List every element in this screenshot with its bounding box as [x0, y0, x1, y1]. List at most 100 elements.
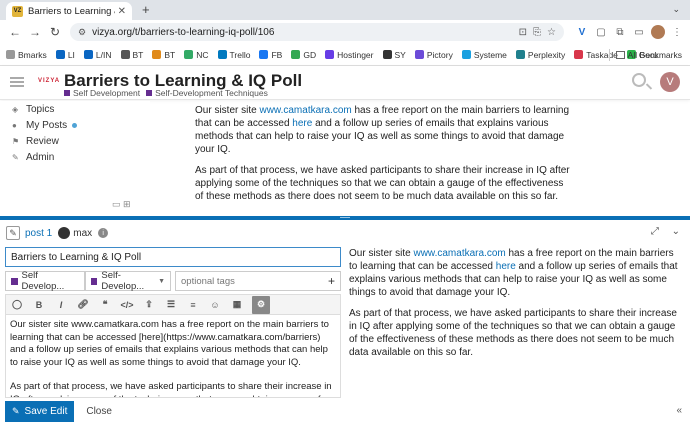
- category-select[interactable]: Self Develop...: [5, 270, 85, 292]
- bookmark-item[interactable]: GD: [291, 50, 316, 60]
- bookmark-item[interactable]: FB: [259, 50, 282, 60]
- tab-close-icon[interactable]: ✕: [118, 6, 126, 17]
- post-body: Our sister site www.camatkara.com has a …: [195, 104, 570, 211]
- bold-icon[interactable]: B: [32, 298, 46, 312]
- italic-icon[interactable]: I: [54, 298, 68, 312]
- profile-avatar[interactable]: [651, 25, 665, 39]
- collapse-preview-icon[interactable]: «: [676, 405, 682, 416]
- topic-categories: Self Development Self-Development Techni…: [64, 88, 274, 98]
- extension-copy-icon[interactable]: ▢: [594, 25, 608, 39]
- bookmark-item[interactable]: BT: [120, 50, 143, 60]
- chevron-down-icon: ▼: [158, 277, 165, 285]
- emoji-icon[interactable]: ☺: [208, 298, 222, 312]
- reload-icon[interactable]: ↻: [46, 23, 64, 41]
- upload-icon[interactable]: ⇪: [142, 298, 156, 312]
- bullet-list-icon[interactable]: ☰: [164, 298, 178, 312]
- fullscreen-icon[interactable]: ⤢: [651, 226, 659, 237]
- bookmark-item[interactable]: Trello: [217, 50, 250, 60]
- numbered-list-icon[interactable]: ≡: [186, 298, 200, 312]
- composer-header: ✎ post 1 max i: [0, 222, 690, 244]
- browser-tab[interactable]: VZ Barriers to Learning & IQ Poll ✕: [6, 2, 132, 20]
- sidebar-footer-icons[interactable]: ▭ ⊞: [112, 199, 131, 210]
- site-logo[interactable]: VIZYA: [38, 78, 60, 84]
- bookmark-item[interactable]: LI: [55, 50, 75, 60]
- bookmark-item[interactable]: Bmarks: [6, 50, 47, 60]
- sidebar-item-my-posts[interactable]: ● My Posts: [0, 117, 150, 133]
- save-edit-button[interactable]: ✎ Save Edit: [5, 400, 75, 422]
- camatkara-link[interactable]: www.camatkara.com: [413, 248, 505, 259]
- code-icon[interactable]: </>: [120, 298, 134, 312]
- bookmark-item[interactable]: Pictory: [414, 50, 453, 60]
- all-bookmarks[interactable]: All Bookmarks: [608, 49, 682, 61]
- folder-icon: [615, 51, 625, 59]
- forward-icon[interactable]: →: [26, 23, 44, 41]
- markdown-editor[interactable]: Our sister site www.camatkara.com has a …: [5, 314, 341, 398]
- tab-title: Barriers to Learning & IQ Poll: [28, 5, 115, 17]
- here-link[interactable]: here: [292, 118, 312, 129]
- bookmarks-bar: Bmarks LI L/IN BT BT NC Trello FB GD Hos…: [0, 44, 690, 66]
- camatkara-link[interactable]: www.camatkara.com: [259, 105, 351, 116]
- hamburger-menu-icon[interactable]: [10, 77, 24, 87]
- menu-kebab-icon[interactable]: ⋮: [670, 25, 684, 39]
- search-icon[interactable]: [632, 73, 646, 87]
- bookmark-item[interactable]: L/IN: [83, 50, 112, 60]
- site-header: VIZYA Barriers to Learning & IQ Poll Sel…: [0, 66, 690, 100]
- extensions-area: V ▢ ⧉ ▭ ⋮: [570, 25, 684, 39]
- sidebar-item-admin[interactable]: ✎ Admin: [0, 149, 150, 165]
- post-paragraph: Our sister site www.camatkara.com has a …: [195, 105, 570, 155]
- info-icon[interactable]: i: [98, 228, 109, 238]
- post-reference-link[interactable]: post 1: [25, 228, 52, 239]
- gear-icon[interactable]: ⚙: [252, 295, 270, 314]
- bookmark-item[interactable]: Perplexity: [515, 50, 565, 60]
- tags-input[interactable]: optional tags +: [175, 271, 341, 291]
- bookmark-item[interactable]: BT: [152, 50, 175, 60]
- site-info-icon[interactable]: ⚙: [78, 27, 86, 38]
- post-paragraph: As part of that process, we have asked p…: [195, 165, 570, 202]
- add-tag-icon[interactable]: +: [328, 274, 335, 288]
- share-icon[interactable]: ⎘: [533, 27, 541, 38]
- avatar[interactable]: V: [660, 72, 680, 92]
- reply-username: max: [73, 227, 93, 239]
- bookmark-star-icon[interactable]: ☆: [547, 27, 556, 38]
- preview-paragraph: Our sister site www.camatkara.com has a …: [349, 248, 678, 298]
- title-input[interactable]: Barriers to Learning & IQ Poll: [5, 247, 341, 267]
- bookmark-item[interactable]: NC: [184, 50, 209, 60]
- tab-search-chevron-icon[interactable]: ⌄: [672, 4, 680, 15]
- editor-paragraph: Our sister site www.camatkara.com has a …: [10, 319, 329, 368]
- chevron-down-icon[interactable]: ⌄: [672, 226, 680, 237]
- bookmark-item[interactable]: Systeme: [461, 50, 507, 60]
- url-bar[interactable]: ⚙ vizya.org/t/barriers-to-learning-iq-po…: [70, 23, 564, 41]
- here-link[interactable]: here: [496, 261, 516, 272]
- preview-paragraph: As part of that process, we have asked p…: [349, 308, 677, 358]
- sidebar: ◈ Topics ● My Posts ⚑ Review ✎ Admin ▭ ⊞: [0, 101, 150, 215]
- extensions-puzzle-icon[interactable]: ⧉: [613, 25, 627, 39]
- extension-v-icon[interactable]: V: [575, 25, 589, 39]
- address-bar-row: ← → ↻ ⚙ vizya.org/t/barriers-to-learning…: [0, 20, 690, 44]
- browser-tab-bar: VZ Barriers to Learning & IQ Poll ✕ + ⌄: [0, 0, 690, 20]
- sidepanel-icon[interactable]: ▭: [632, 25, 646, 39]
- pencil-icon: ✎: [12, 405, 20, 416]
- pencil-icon[interactable]: ✎: [6, 226, 20, 240]
- editor-paragraph: As part of that process, we have asked p…: [10, 381, 332, 397]
- link-icon[interactable]: 🔗︎: [76, 298, 90, 312]
- composer: ✎ post 1 max i ⤢ ⌄ Barriers to Learning …: [0, 220, 690, 431]
- chat-bubble-icon[interactable]: ◯: [10, 298, 24, 312]
- composer-window-controls: ⤢ ⌄: [641, 226, 680, 237]
- site-favicon-icon: VZ: [12, 5, 23, 17]
- quote-icon[interactable]: ❝: [98, 298, 112, 312]
- editor-toolbar: ◯ B I 🔗︎ ❝ </> ⇪ ☰ ≡ ☺ ▦ ⚙: [5, 294, 341, 314]
- bookmark-item[interactable]: SY: [382, 50, 406, 60]
- user-icon: ●: [12, 120, 17, 130]
- new-tab-icon[interactable]: +: [142, 2, 150, 17]
- calendar-icon[interactable]: ▦: [230, 298, 244, 312]
- category-badge[interactable]: Self Development: [64, 88, 140, 98]
- bookmark-item[interactable]: Hostinger: [325, 50, 374, 60]
- install-icon[interactable]: ⊡: [519, 27, 527, 38]
- unread-dot: [72, 122, 78, 128]
- category-badge[interactable]: Self-Development Techniques: [146, 88, 268, 98]
- subcategory-select[interactable]: Self-Develop... ▼: [85, 270, 171, 292]
- sidebar-item-topics[interactable]: ◈ Topics: [0, 101, 150, 117]
- back-icon[interactable]: ←: [6, 23, 24, 41]
- close-button[interactable]: Close: [86, 406, 112, 417]
- sidebar-item-review[interactable]: ⚑ Review: [0, 133, 150, 149]
